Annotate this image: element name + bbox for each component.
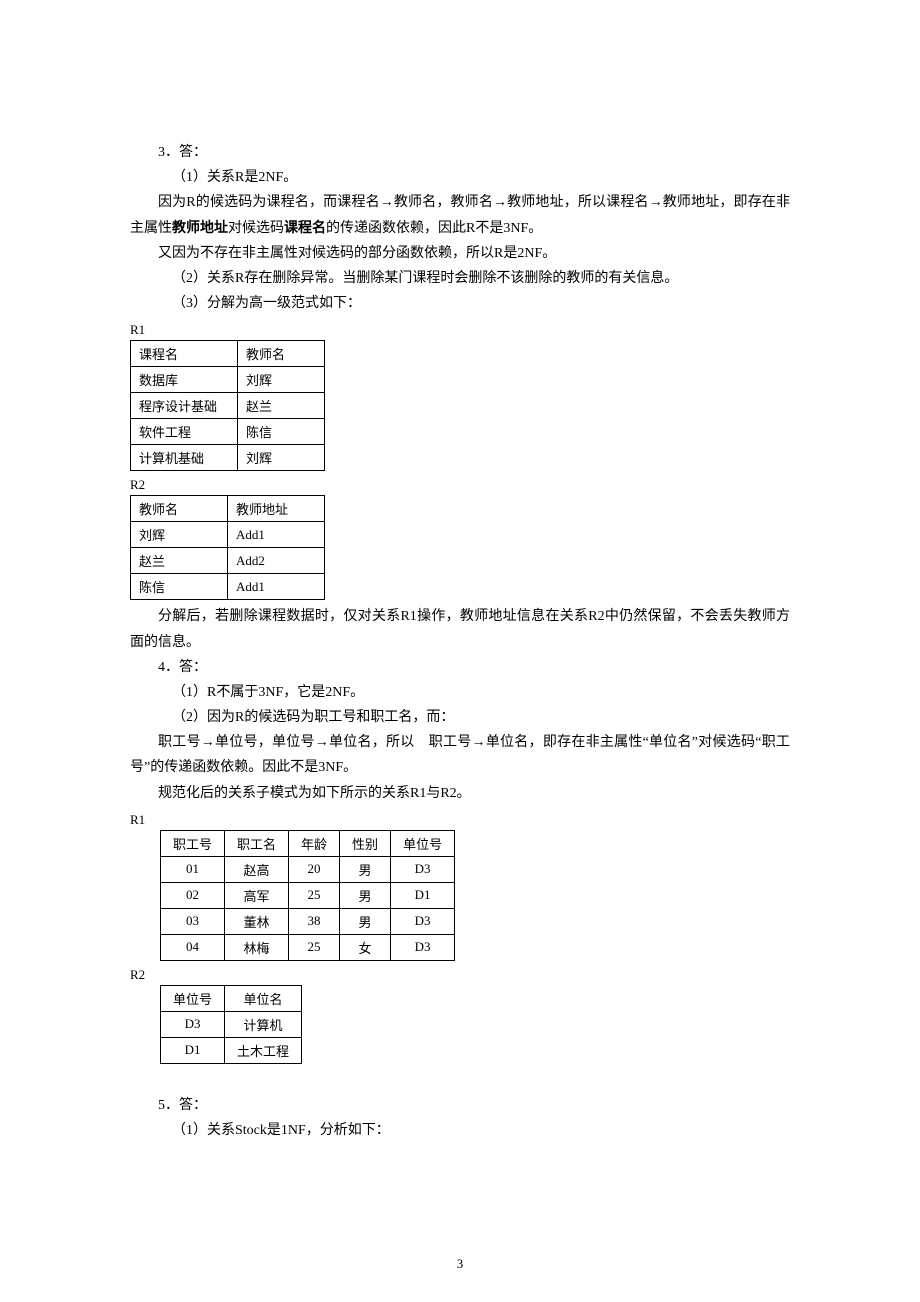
table-row: 陈信Add1 (131, 574, 325, 600)
table-row: 教师名 教师地址 (131, 496, 325, 522)
table-label-r1: R1 (130, 812, 790, 828)
table-cell: 刘辉 (131, 522, 228, 548)
table-cell: 土木工程 (225, 1037, 302, 1063)
table-row: 单位号 单位名 (161, 985, 302, 1011)
table-cell: 高军 (225, 882, 289, 908)
q3-para6: 分解后，若删除课程数据时，仅对关系R1操作，教师地址信息在关系R2中仍然保留，不… (130, 604, 790, 654)
table-row: 课程名 教师名 (131, 341, 325, 367)
table-cell: Add1 (228, 522, 325, 548)
table-cell: 计算机基础 (131, 445, 238, 471)
table-cell: 计算机 (225, 1011, 302, 1037)
q4-para4: 规范化后的关系子模式为如下所示的关系R1与R2。 (130, 781, 790, 806)
table-cell: 陈信 (238, 419, 325, 445)
table-cell: 陈信 (131, 574, 228, 600)
table-row: 程序设计基础赵兰 (131, 393, 325, 419)
q4-table-r2: 单位号 单位名 D3计算机 D1土木工程 (160, 985, 302, 1064)
table-cell: 25 (289, 934, 340, 960)
table-cell: 软件工程 (131, 419, 238, 445)
table-cell: 20 (289, 856, 340, 882)
bold-text: 课程名 (284, 221, 326, 236)
table-row: 计算机基础刘辉 (131, 445, 325, 471)
table-cell: 赵高 (225, 856, 289, 882)
table-cell: D3 (161, 1011, 225, 1037)
table-cell: Add1 (228, 574, 325, 600)
q4-table-r1: 职工号 职工名 年龄 性别 单位号 01赵高20男D3 02高军25男D1 03… (160, 830, 455, 961)
table-cell: 女 (340, 934, 391, 960)
table-cell: 刘辉 (238, 367, 325, 393)
table-cell: 林梅 (225, 934, 289, 960)
table-row: 数据库刘辉 (131, 367, 325, 393)
table-cell: D1 (391, 882, 455, 908)
document-page: 3．答： （1）关系R是2NF。 因为R的候选码为课程名，而课程名→教师名，教师… (0, 0, 920, 1302)
table-cell: 董林 (225, 908, 289, 934)
table-row: 04林梅25女D3 (161, 934, 455, 960)
q4-point1: （1）R不属于3NF，它是2NF。 (130, 680, 790, 705)
q3-heading: 3．答： (130, 140, 790, 165)
table-header: 年龄 (289, 830, 340, 856)
page-number: 3 (0, 1256, 920, 1272)
bold-text: 教师地址 (172, 221, 228, 236)
table-row: 02高军25男D1 (161, 882, 455, 908)
q5-point1: （1）关系Stock是1NF，分析如下： (130, 1118, 790, 1143)
q4-para3: 职工号→单位号，单位号→单位名，所以 职工号→单位名，即存在非主属性“单位名”对… (130, 730, 790, 780)
table-cell: 04 (161, 934, 225, 960)
table-cell: D1 (161, 1037, 225, 1063)
q3-table-r2: 教师名 教师地址 刘辉Add1 赵兰Add2 陈信Add1 (130, 495, 325, 600)
table-cell: 男 (340, 908, 391, 934)
q5-heading: 5．答： (130, 1093, 790, 1118)
table-cell: 男 (340, 856, 391, 882)
table-cell: 程序设计基础 (131, 393, 238, 419)
table-cell: 25 (289, 882, 340, 908)
table-header: 职工名 (225, 830, 289, 856)
table-cell: 刘辉 (238, 445, 325, 471)
table-row: 刘辉Add1 (131, 522, 325, 548)
q3-para3: 又因为不存在非主属性对候选码的部分函数依赖，所以R是2NF。 (130, 241, 790, 266)
table-cell: 赵兰 (131, 548, 228, 574)
table-header: 单位号 (161, 985, 225, 1011)
table-header: 职工号 (161, 830, 225, 856)
table-header: 单位名 (225, 985, 302, 1011)
table-row: 软件工程陈信 (131, 419, 325, 445)
q4-heading: 4．答： (130, 655, 790, 680)
table-row: D1土木工程 (161, 1037, 302, 1063)
table-header: 教师名 (131, 496, 228, 522)
table-header: 教师名 (238, 341, 325, 367)
table-cell: 赵兰 (238, 393, 325, 419)
q3-point2: （2）关系R存在删除异常。当删除某门课程时会删除不该删除的教师的有关信息。 (130, 266, 790, 291)
table-header: 性别 (340, 830, 391, 856)
table-label-r1: R1 (130, 322, 790, 338)
q3-point1: （1）关系R是2NF。 (130, 165, 790, 190)
spacer (130, 1068, 790, 1093)
table-row: 职工号 职工名 年龄 性别 单位号 (161, 830, 455, 856)
table-cell: 男 (340, 882, 391, 908)
table-row: 01赵高20男D3 (161, 856, 455, 882)
q4-point2: （2）因为R的候选码为职工号和职工名，而： (130, 705, 790, 730)
table-row: 赵兰Add2 (131, 548, 325, 574)
table-cell: 01 (161, 856, 225, 882)
table-cell: 03 (161, 908, 225, 934)
q3-para2: 因为R的候选码为课程名，而课程名→教师名，教师名→教师地址，所以课程名→教师地址… (130, 190, 790, 240)
table-cell: D3 (391, 934, 455, 960)
table-cell: Add2 (228, 548, 325, 574)
table-cell: 数据库 (131, 367, 238, 393)
table-row: 03董林38男D3 (161, 908, 455, 934)
table-cell: D3 (391, 908, 455, 934)
table-header: 课程名 (131, 341, 238, 367)
table-label-r2: R2 (130, 477, 790, 493)
table-cell: D3 (391, 856, 455, 882)
text: 的传递函数依赖，因此R不是3NF。 (326, 221, 542, 236)
table-header: 教师地址 (228, 496, 325, 522)
table-row: D3计算机 (161, 1011, 302, 1037)
table-label-r2: R2 (130, 967, 790, 983)
q3-table-r1: 课程名 教师名 数据库刘辉 程序设计基础赵兰 软件工程陈信 计算机基础刘辉 (130, 340, 325, 471)
table-header: 单位号 (391, 830, 455, 856)
q3-point3: （3）分解为高一级范式如下： (130, 291, 790, 316)
text: 对候选码 (228, 221, 284, 236)
table-cell: 38 (289, 908, 340, 934)
table-cell: 02 (161, 882, 225, 908)
